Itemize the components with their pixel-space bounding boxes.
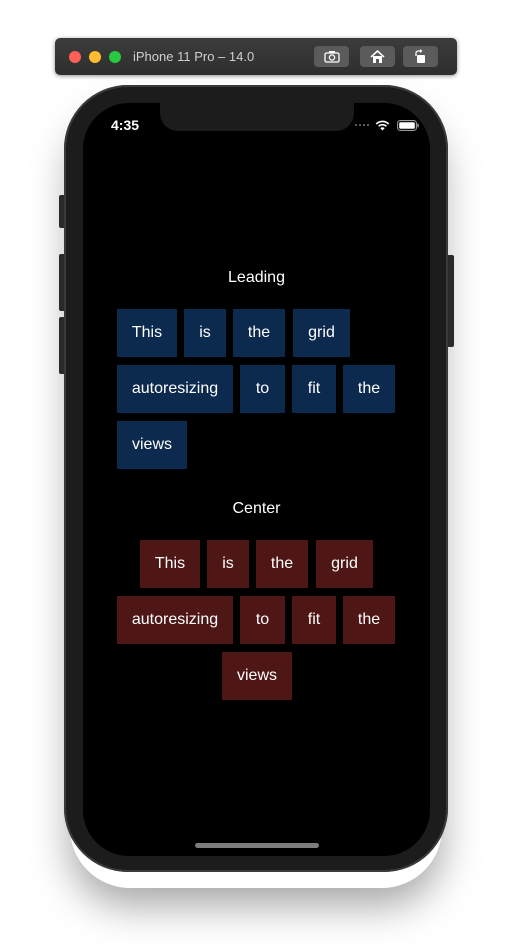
close-window-button[interactable] [69,51,81,63]
battery-icon [397,119,419,131]
center-word-cell: This [140,540,200,588]
center-title: Center [232,500,281,517]
center-word-cell: grid [316,540,373,588]
center-word-cell: autoresizing [117,596,233,644]
leading-word-cell: fit [292,365,336,413]
leading-word-cell: This [117,309,177,357]
leading-word-cell: to [240,365,285,413]
leading-title: Leading [228,269,285,286]
camera-icon [323,51,340,63]
leading-word-cell: autoresizing [117,365,233,413]
simulator-title: iPhone 11 Pro – 14.0 [133,49,255,64]
rotate-button[interactable] [403,46,438,67]
status-icons [355,119,419,131]
simulator-toolbar: iPhone 11 Pro – 14.0 [55,38,457,75]
device-screen: 4:35 Leading This is the grid autoresizi… [83,103,430,856]
minimize-window-button[interactable] [89,51,101,63]
home-button[interactable] [360,46,395,67]
center-word-cell: the [343,596,395,644]
zoom-window-button[interactable] [109,51,121,63]
leading-word-cell: grid [293,309,350,357]
leading-word-cell: views [117,421,187,469]
center-word-cell: is [207,540,249,588]
home-icon [370,49,385,63]
leading-word-cell: the [343,365,395,413]
leading-word-cell: the [233,309,285,357]
center-word-cell: to [240,596,285,644]
wifi-icon [375,120,390,130]
leading-word-cell: is [184,309,226,357]
status-time: 4:35 [111,117,140,133]
notch [160,103,354,131]
side-button[interactable] [447,255,454,347]
center-word-cell: fit [292,596,336,644]
home-indicator[interactable] [195,843,319,848]
screenshot-button[interactable] [314,46,349,67]
center-word-cell: views [222,652,292,700]
rotate-icon [415,49,425,63]
center-word-cell: the [256,540,308,588]
cellular-signal-icon [355,124,369,126]
